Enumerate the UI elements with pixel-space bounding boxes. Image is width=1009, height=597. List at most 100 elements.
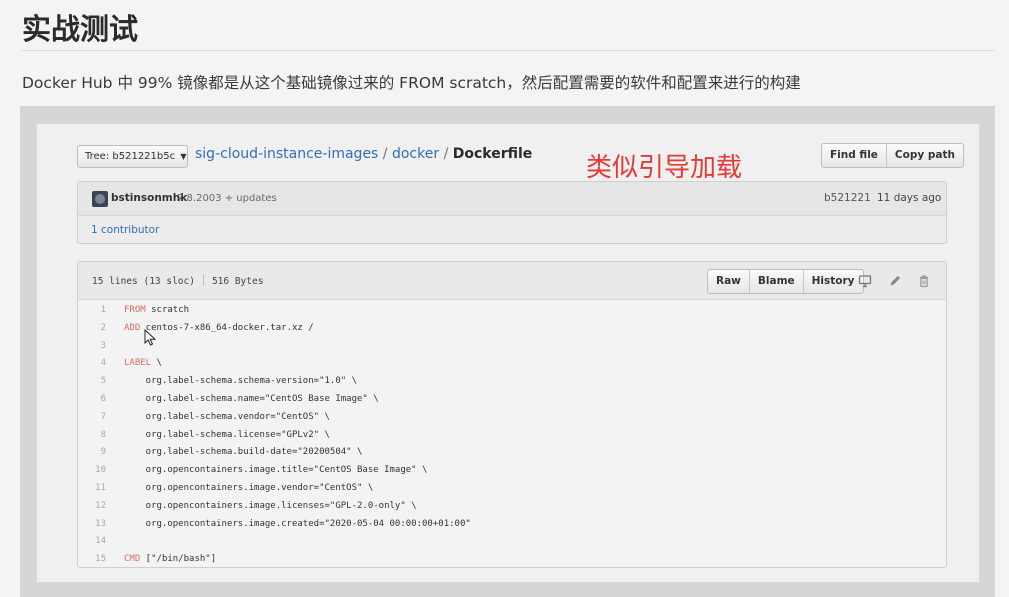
code-keyword: CMD [124, 554, 141, 565]
code-content: org.label-schema.build-date="20200504" \ [124, 447, 363, 458]
code-text: CMD ["/bin/bash"] [112, 551, 217, 567]
code-content: org.opencontainers.image.created="2020-0… [124, 518, 471, 529]
code-text: org.opencontainers.image.vendor="CentOS"… [112, 480, 374, 498]
file-box: 15 lines (13 sloc) 516 Bytes Raw Blame Hi… [77, 261, 947, 568]
contributors-link[interactable]: 1 contributor [91, 224, 159, 236]
line-number[interactable]: 10 [78, 462, 112, 480]
commit-sha-link[interactable]: b521221 [824, 192, 871, 204]
code-content: org.label-schema.vendor="CentOS" \ [124, 411, 330, 422]
code-line: 12 org.opencontainers.image.licenses="GP… [78, 498, 946, 516]
code-line: 4 LABEL \ [78, 355, 946, 373]
code-keyword: FROM [124, 305, 146, 315]
commit-box: bstinsonmhk 7.8.2003 + updates b521221 1… [77, 181, 947, 244]
title-divider [22, 50, 994, 51]
code-line: 15 CMD ["/bin/bash"] [78, 551, 946, 567]
code-line: 3 [78, 338, 946, 356]
code-content: org.label-schema.schema-version="1.0" \ [124, 376, 357, 387]
code-line: 8 org.label-schema.license="GPLv2" \ [78, 427, 946, 445]
commit-message-link[interactable]: 7.8.2003 + updates [177, 193, 277, 204]
avatar[interactable] [92, 191, 108, 207]
file-nav-buttons: Find file Copy path [821, 143, 964, 168]
code-content: org.opencontainers.image.title="CentOS B… [124, 465, 428, 476]
tree-select-label: Tree: b521221b5c [85, 151, 176, 162]
line-number[interactable]: 1 [78, 302, 112, 320]
raw-button[interactable]: Raw [708, 270, 750, 293]
code-line: 5 org.label-schema.schema-version="1.0" … [78, 373, 946, 391]
code-text: org.opencontainers.image.created="2020-0… [112, 516, 471, 534]
code-keyword: LABEL [124, 358, 152, 369]
code-content: scratch [145, 305, 190, 315]
code-content: \ [151, 358, 162, 369]
code-text: org.label-schema.vendor="CentOS" \ [112, 409, 330, 427]
page-title: 实战测试 [22, 12, 139, 46]
line-number[interactable]: 15 [78, 551, 112, 567]
line-number[interactable]: 4 [78, 355, 112, 373]
line-number[interactable]: 13 [78, 516, 112, 534]
breadcrumb-repo-link[interactable]: sig-cloud-instance-images [195, 146, 378, 162]
file-info-divider [202, 274, 204, 286]
code-content: centos-7-x86_64-docker.tar.xz / [140, 322, 314, 333]
breadcrumb: sig-cloud-instance-images / docker / Doc… [195, 146, 532, 162]
caret-down-icon: ▼ [180, 152, 187, 161]
breadcrumb-separator: / [439, 146, 453, 162]
code-line: 10 org.opencontainers.image.title="CentO… [78, 462, 946, 480]
code-text: LABEL \ [112, 355, 162, 373]
code-text: org.opencontainers.image.title="CentOS B… [112, 462, 428, 480]
pencil-icon[interactable] [888, 274, 902, 288]
code-text: org.label-schema.license="GPLv2" \ [112, 427, 330, 445]
file-size: 516 Bytes [211, 276, 264, 287]
line-number[interactable]: 3 [78, 338, 112, 356]
commit-age: 11 days ago [877, 192, 942, 204]
code-line: 13 org.opencontainers.image.created="202… [78, 516, 946, 534]
code-text: FROM scratch [112, 302, 189, 320]
line-number[interactable]: 14 [78, 533, 112, 551]
find-file-button[interactable]: Find file [822, 144, 887, 167]
code-line: 11 org.opencontainers.image.vendor="Cent… [78, 480, 946, 498]
code-text: org.label-schema.name="CentOS Base Image… [112, 391, 379, 409]
code-line: 14 [78, 533, 946, 551]
line-number[interactable]: 7 [78, 409, 112, 427]
code-content: org.label-schema.license="GPLv2" \ [124, 429, 330, 440]
line-number[interactable]: 12 [78, 498, 112, 516]
code-line: 7 org.label-schema.vendor="CentOS" \ [78, 409, 946, 427]
breadcrumb-current-file: Dockerfile [452, 146, 533, 162]
file-info: 15 lines (13 sloc) 516 Bytes [92, 274, 263, 287]
tree-branch-select[interactable]: Tree: b521221b5c ▼ [77, 145, 188, 168]
code-line: 9 org.label-schema.build-date="20200504"… [78, 444, 946, 462]
line-number[interactable]: 9 [78, 444, 112, 462]
file-action-buttons: Raw Blame History [707, 269, 864, 294]
code-keyword: ADD [124, 322, 141, 333]
mouse-pointer-icon [144, 329, 157, 346]
code-view: 1 FROM scratch 2 ADD centos-7-x86_64-docker… [78, 302, 946, 567]
code-line: 2 ADD centos-7-x86_64-docker.tar.xz / [78, 320, 946, 338]
commit-author-link[interactable]: bstinsonmhk [111, 192, 187, 204]
line-number[interactable]: 2 [78, 320, 112, 338]
commit-header: bstinsonmhk 7.8.2003 + updates b521221 1… [78, 182, 946, 216]
annotation-text: 类似引导加载 [586, 153, 743, 183]
code-content: org.label-schema.name="CentOS Base Image… [124, 393, 379, 404]
code-content: ["/bin/bash"] [140, 554, 217, 565]
line-number[interactable]: 6 [78, 391, 112, 409]
blame-button[interactable]: Blame [750, 270, 804, 293]
code-text: org.opencontainers.image.licenses="GPL-2… [112, 498, 417, 516]
trash-icon[interactable] [917, 274, 931, 288]
line-number[interactable]: 8 [78, 427, 112, 445]
desktop-icon[interactable] [858, 274, 872, 288]
code-text: org.label-schema.schema-version="1.0" \ [112, 373, 357, 391]
code-line: 6 org.label-schema.name="CentOS Base Ima… [78, 391, 946, 409]
code-text: ADD centos-7-x86_64-docker.tar.xz / [112, 320, 314, 338]
code-content: org.opencontainers.image.vendor="CentOS"… [124, 482, 374, 493]
breadcrumb-separator: / [378, 146, 392, 162]
code-content: org.opencontainers.image.licenses="GPL-2… [124, 500, 417, 511]
intro-text: Docker Hub 中 99% 镜像都是从这个基础镜像过来的 FROM scr… [22, 74, 801, 92]
history-button[interactable]: History [804, 270, 863, 293]
line-number[interactable]: 5 [78, 373, 112, 391]
copy-path-button[interactable]: Copy path [887, 144, 963, 167]
file-header: 15 lines (13 sloc) 516 Bytes Raw Blame Hi… [78, 262, 946, 300]
line-number[interactable]: 11 [78, 480, 112, 498]
code-text: org.label-schema.build-date="20200504" \ [112, 444, 363, 462]
code-line: 1 FROM scratch [78, 302, 946, 320]
breadcrumb-folder-link[interactable]: docker [392, 146, 439, 162]
